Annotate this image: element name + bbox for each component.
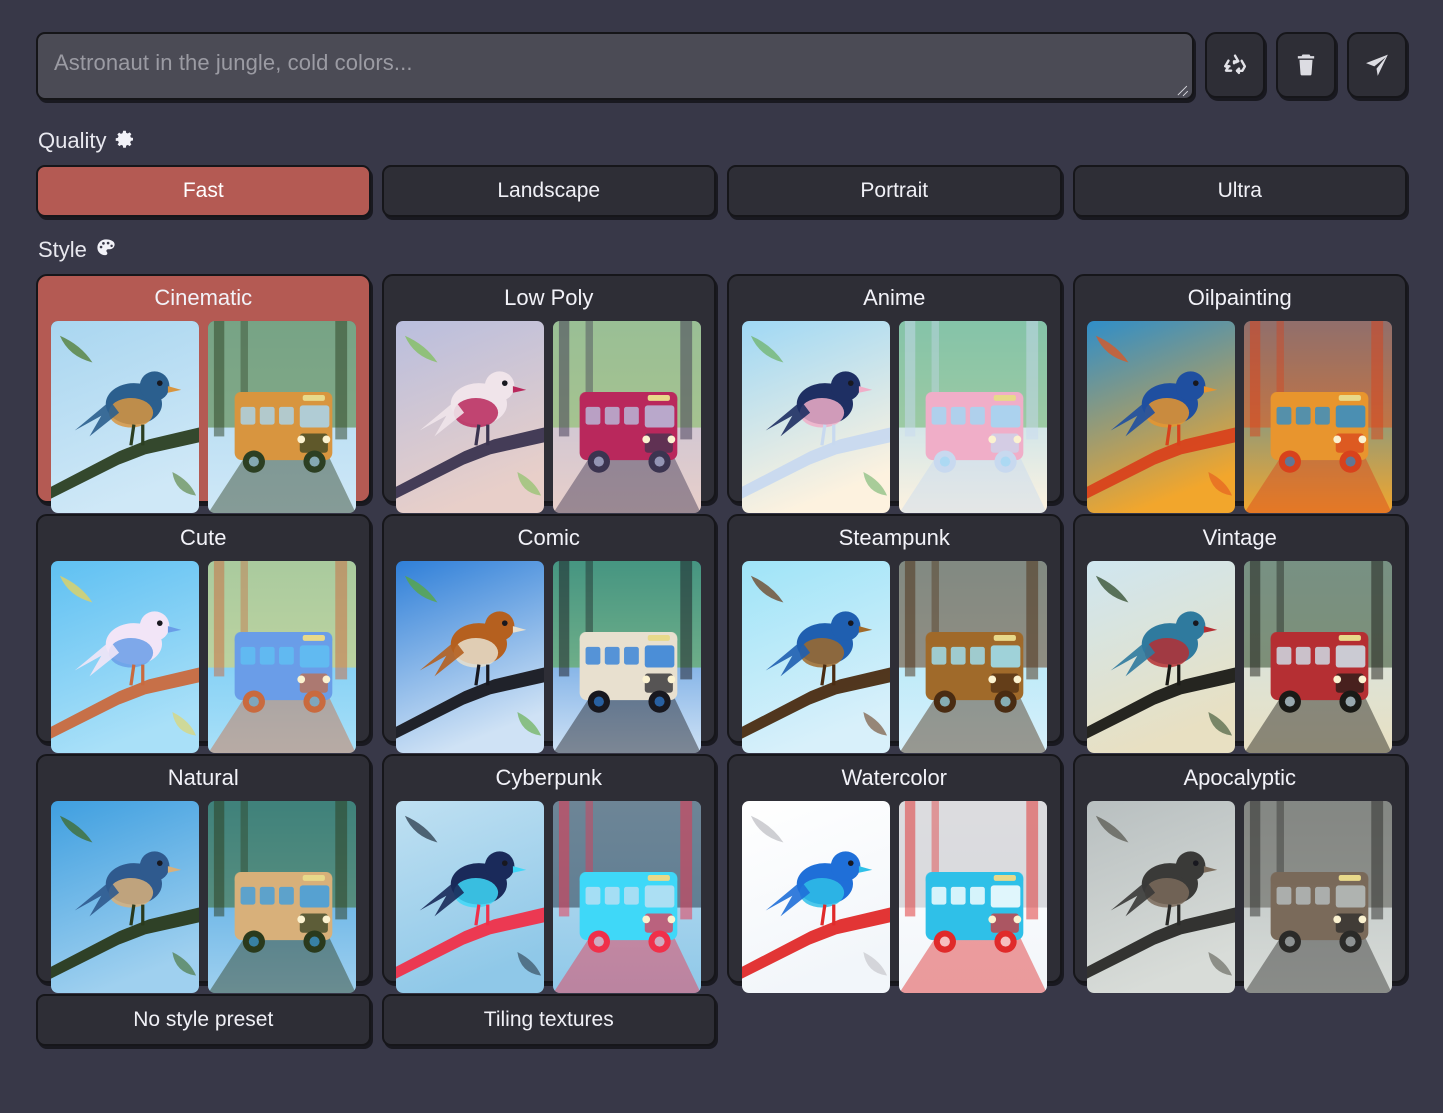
style-card-previews bbox=[1087, 320, 1394, 513]
style-card-previews bbox=[50, 800, 357, 993]
style-card-label: Low Poly bbox=[504, 285, 594, 310]
style-card-previews bbox=[741, 800, 1048, 993]
preview-bird-cyberpunk bbox=[396, 800, 545, 993]
preset-button-no-style-preset[interactable]: No style preset bbox=[36, 994, 371, 1046]
style-card-label: Comic bbox=[517, 525, 580, 550]
quality-option-label: Ultra bbox=[1217, 179, 1262, 202]
preview-bus-oilpainting bbox=[1244, 320, 1393, 513]
preview-bus-low-poly bbox=[553, 320, 702, 513]
style-grid: Cinematic Low Poly Anime Oilpainting Cut… bbox=[36, 274, 1407, 993]
preset-button-label: Tiling textures bbox=[483, 1008, 614, 1031]
style-card-low-poly[interactable]: Low Poly bbox=[381, 274, 716, 513]
preview-bus-watercolor bbox=[898, 800, 1047, 993]
style-card-previews bbox=[741, 560, 1048, 753]
style-card-apocalyptic[interactable]: Apocalyptic bbox=[1072, 754, 1407, 993]
preview-bird-comic bbox=[396, 560, 545, 753]
style-card-anime[interactable]: Anime bbox=[727, 274, 1062, 513]
quality-option-label: Portrait bbox=[860, 179, 929, 202]
quality-label-text: Quality bbox=[38, 128, 107, 153]
preview-bird-watercolor bbox=[741, 800, 890, 993]
style-card-comic[interactable]: Comic bbox=[381, 514, 716, 753]
preset-button-tiling-textures[interactable]: Tiling textures bbox=[381, 994, 716, 1046]
preview-bus-anime bbox=[898, 320, 1047, 513]
style-card-oilpainting[interactable]: Oilpainting bbox=[1072, 274, 1407, 513]
preset-row: No style preset Tiling textures bbox=[36, 994, 1407, 1046]
preview-bird-steampunk bbox=[741, 560, 890, 753]
style-card-label: Cyberpunk bbox=[495, 765, 602, 790]
style-card-watercolor[interactable]: Watercolor bbox=[727, 754, 1062, 993]
prompt-placeholder: Astronaut in the jungle, cold colors... bbox=[54, 50, 413, 75]
quality-section-label: Quality bbox=[38, 128, 1407, 154]
style-card-label: Anime bbox=[863, 285, 926, 310]
preview-bird-cute bbox=[50, 560, 199, 753]
style-card-previews bbox=[396, 560, 703, 753]
style-card-label: Vintage bbox=[1202, 525, 1277, 550]
preview-bird-anime bbox=[741, 320, 890, 513]
trash-icon bbox=[1292, 51, 1320, 79]
style-card-steampunk[interactable]: Steampunk bbox=[727, 514, 1062, 753]
preview-bird-oilpainting bbox=[1087, 320, 1236, 513]
style-label-text: Style bbox=[38, 237, 87, 262]
palette-icon bbox=[95, 237, 117, 263]
quality-option-landscape[interactable]: Landscape bbox=[381, 165, 716, 217]
style-card-previews bbox=[396, 320, 703, 513]
style-card-previews bbox=[396, 800, 703, 993]
style-card-cinematic[interactable]: Cinematic bbox=[36, 274, 371, 513]
send-button[interactable] bbox=[1347, 32, 1407, 98]
style-card-previews bbox=[50, 320, 357, 513]
quality-option-portrait[interactable]: Portrait bbox=[727, 165, 1062, 217]
quality-option-fast[interactable]: Fast bbox=[36, 165, 371, 217]
preview-bird-vintage bbox=[1087, 560, 1236, 753]
style-card-label: Oilpainting bbox=[1187, 285, 1292, 310]
prompt-input[interactable]: Astronaut in the jungle, cold colors... bbox=[36, 32, 1194, 100]
preview-bird-low-poly bbox=[396, 320, 545, 513]
preview-bird-apocalyptic bbox=[1087, 800, 1236, 993]
recycle-button[interactable] bbox=[1205, 32, 1265, 98]
quality-option-label: Fast bbox=[182, 179, 224, 202]
preview-bus-vintage bbox=[1244, 560, 1393, 753]
style-section-label: Style bbox=[38, 237, 1407, 263]
preview-bus-natural bbox=[207, 800, 356, 993]
gear-icon bbox=[114, 129, 135, 154]
preview-bird-cinematic bbox=[50, 320, 199, 513]
preview-bus-comic bbox=[553, 560, 702, 753]
style-card-label: Apocalyptic bbox=[1183, 765, 1296, 790]
send-icon bbox=[1363, 51, 1391, 79]
style-card-label: Steampunk bbox=[838, 525, 950, 550]
style-card-previews bbox=[1087, 800, 1394, 993]
style-card-label: Cute bbox=[180, 525, 227, 550]
style-card-vintage[interactable]: Vintage bbox=[1072, 514, 1407, 753]
preview-bus-cinematic bbox=[207, 320, 356, 513]
style-card-previews bbox=[1087, 560, 1394, 753]
preview-bird-natural bbox=[50, 800, 199, 993]
style-card-cyberpunk[interactable]: Cyberpunk bbox=[381, 754, 716, 993]
recycle-icon bbox=[1220, 50, 1250, 80]
delete-button[interactable] bbox=[1276, 32, 1336, 98]
preview-bus-apocalyptic bbox=[1244, 800, 1393, 993]
style-card-previews bbox=[741, 320, 1048, 513]
quality-option-ultra[interactable]: Ultra bbox=[1072, 165, 1407, 217]
style-card-previews bbox=[50, 560, 357, 753]
preview-bus-steampunk bbox=[898, 560, 1047, 753]
style-card-cute[interactable]: Cute bbox=[36, 514, 371, 753]
quality-options: Fast Landscape Portrait Ultra bbox=[36, 165, 1407, 217]
resize-handle[interactable] bbox=[1176, 82, 1189, 97]
style-card-label: Cinematic bbox=[154, 285, 253, 310]
preset-button-label: No style preset bbox=[133, 1008, 274, 1031]
style-card-label: Watercolor bbox=[841, 765, 948, 790]
image-generation-panel: Astronaut in the jungle, cold colors... bbox=[0, 0, 1443, 1113]
prompt-row: Astronaut in the jungle, cold colors... bbox=[36, 32, 1407, 108]
preview-bus-cyberpunk bbox=[553, 800, 702, 993]
quality-option-label: Landscape bbox=[497, 179, 601, 202]
preview-bus-cute bbox=[207, 560, 356, 753]
style-card-natural[interactable]: Natural bbox=[36, 754, 371, 993]
style-card-label: Natural bbox=[167, 765, 239, 790]
